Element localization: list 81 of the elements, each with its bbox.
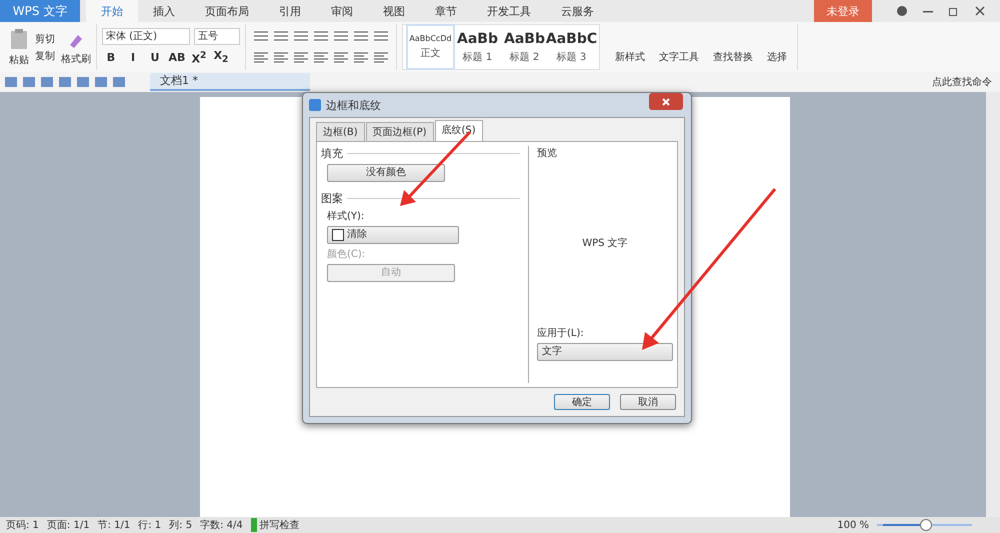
- status-item: 行: 1: [138, 519, 162, 532]
- ribbon-tab[interactable]: 视图: [368, 0, 420, 22]
- app-menu-button[interactable]: WPS 文字: [0, 0, 80, 22]
- apply-to-dropdown[interactable]: 文字: [537, 343, 673, 361]
- field-label: 应用于(L):: [537, 326, 585, 340]
- restore-icon[interactable]: [948, 5, 960, 17]
- dialog-tab[interactable]: 边框(B): [316, 122, 365, 141]
- format-painter-button[interactable]: 格式刷: [61, 52, 91, 66]
- dialog-button[interactable]: 确定: [554, 394, 610, 410]
- ribbon-button[interactable]: 新样式: [615, 30, 645, 64]
- command-search-field[interactable]: 点此查找命令: [932, 75, 996, 89]
- font-dropdown[interactable]: 宋体 (正文): [102, 28, 190, 46]
- cut-button[interactable]: 剪切: [35, 32, 55, 46]
- list-icon[interactable]: [253, 29, 269, 43]
- ribbon-tab[interactable]: 审阅: [316, 0, 368, 22]
- toolbar-icon[interactable]: [76, 75, 90, 89]
- close-icon: [661, 96, 671, 106]
- toolbar-icon[interactable]: [22, 75, 36, 89]
- format-button[interactable]: X$^{2}$: [190, 50, 208, 66]
- toolbar-icon[interactable]: [4, 75, 18, 89]
- format-button[interactable]: X$_{2}$: [212, 49, 230, 66]
- close-icon[interactable]: [974, 5, 986, 17]
- list-icon[interactable]: [273, 29, 289, 43]
- clipboard-icon[interactable]: [9, 28, 29, 50]
- ribbon-tab[interactable]: 云服务: [546, 0, 609, 22]
- list-icon[interactable]: [293, 29, 309, 43]
- field-label: 样式(Y):: [327, 210, 366, 223]
- dialog-button[interactable]: 取消: [620, 394, 676, 410]
- style-preset[interactable]: AaBbCcDd 正文: [408, 26, 453, 68]
- section-label: 图案: [321, 191, 343, 206]
- align-icon[interactable]: [333, 51, 349, 65]
- copy-button[interactable]: 复制: [35, 48, 55, 62]
- section-label: 预览: [537, 147, 558, 160]
- font-size-dropdown[interactable]: 五号: [194, 28, 240, 46]
- ribbon-button[interactable]: 选择: [767, 30, 787, 64]
- format-button[interactable]: U: [146, 51, 164, 64]
- document-tab[interactable]: 文档1 *: [150, 73, 310, 91]
- list-icon[interactable]: [313, 29, 329, 43]
- ribbon-tab[interactable]: 开始: [86, 0, 138, 22]
- list-icon[interactable]: [353, 29, 369, 43]
- format-button[interactable]: B: [102, 51, 120, 64]
- paste-button[interactable]: 粘贴: [9, 52, 29, 66]
- style-preset[interactable]: AaBb 标题 2: [502, 26, 547, 68]
- dialog-title: 边框和底纹: [326, 98, 381, 112]
- close-button[interactable]: [649, 93, 683, 110]
- status-item: 字数: 4/4: [200, 518, 243, 532]
- align-icon[interactable]: [373, 51, 389, 65]
- style-preset[interactable]: AaBb 标题 1: [455, 26, 500, 68]
- app-icon: [309, 99, 321, 111]
- ribbon-tab[interactable]: 开发工具: [472, 0, 546, 22]
- align-icon[interactable]: [293, 51, 309, 65]
- status-item: 列: 5: [169, 519, 192, 532]
- ribbon-tab[interactable]: 章节: [420, 0, 472, 22]
- align-icon[interactable]: [253, 51, 269, 65]
- field-label: 颜色(C):: [327, 248, 366, 261]
- style-dropdown[interactable]: 清除: [327, 226, 459, 244]
- toolbar-icon[interactable]: [40, 75, 54, 89]
- ribbon-button[interactable]: 文字工具: [659, 30, 699, 64]
- toolbar-icon[interactable]: [94, 75, 108, 89]
- ribbon-tab[interactable]: 插入: [138, 0, 190, 22]
- ribbon-button[interactable]: 查找替换: [713, 30, 753, 64]
- list-icon[interactable]: [373, 29, 389, 43]
- status-item: 页面: 1/1: [46, 519, 90, 532]
- zoom-level: 100 %: [837, 520, 869, 530]
- format-button[interactable]: I: [124, 51, 142, 64]
- toolbar-icon[interactable]: [112, 75, 126, 89]
- ribbon-tab[interactable]: 引用: [264, 0, 316, 22]
- preview-text: WPS 文字: [582, 236, 628, 250]
- fill-dropdown[interactable]: 没有颜色: [327, 164, 445, 182]
- status-item: 页码: 1: [6, 519, 39, 532]
- align-icon[interactable]: [273, 51, 289, 65]
- spell-check-status[interactable]: 拼写检查: [250, 518, 300, 532]
- ribbon-tab[interactable]: 页面布局: [190, 0, 264, 22]
- dialog-tab[interactable]: 页面边框(P): [366, 122, 434, 141]
- toolbar-icon[interactable]: [58, 75, 72, 89]
- align-icon[interactable]: [353, 51, 369, 65]
- align-icon[interactable]: [313, 51, 329, 65]
- status-item: 节: 1/1: [98, 518, 130, 532]
- section-label: 填充: [321, 146, 343, 161]
- format-button[interactable]: AB: [168, 51, 186, 64]
- list-icon[interactable]: [333, 29, 349, 43]
